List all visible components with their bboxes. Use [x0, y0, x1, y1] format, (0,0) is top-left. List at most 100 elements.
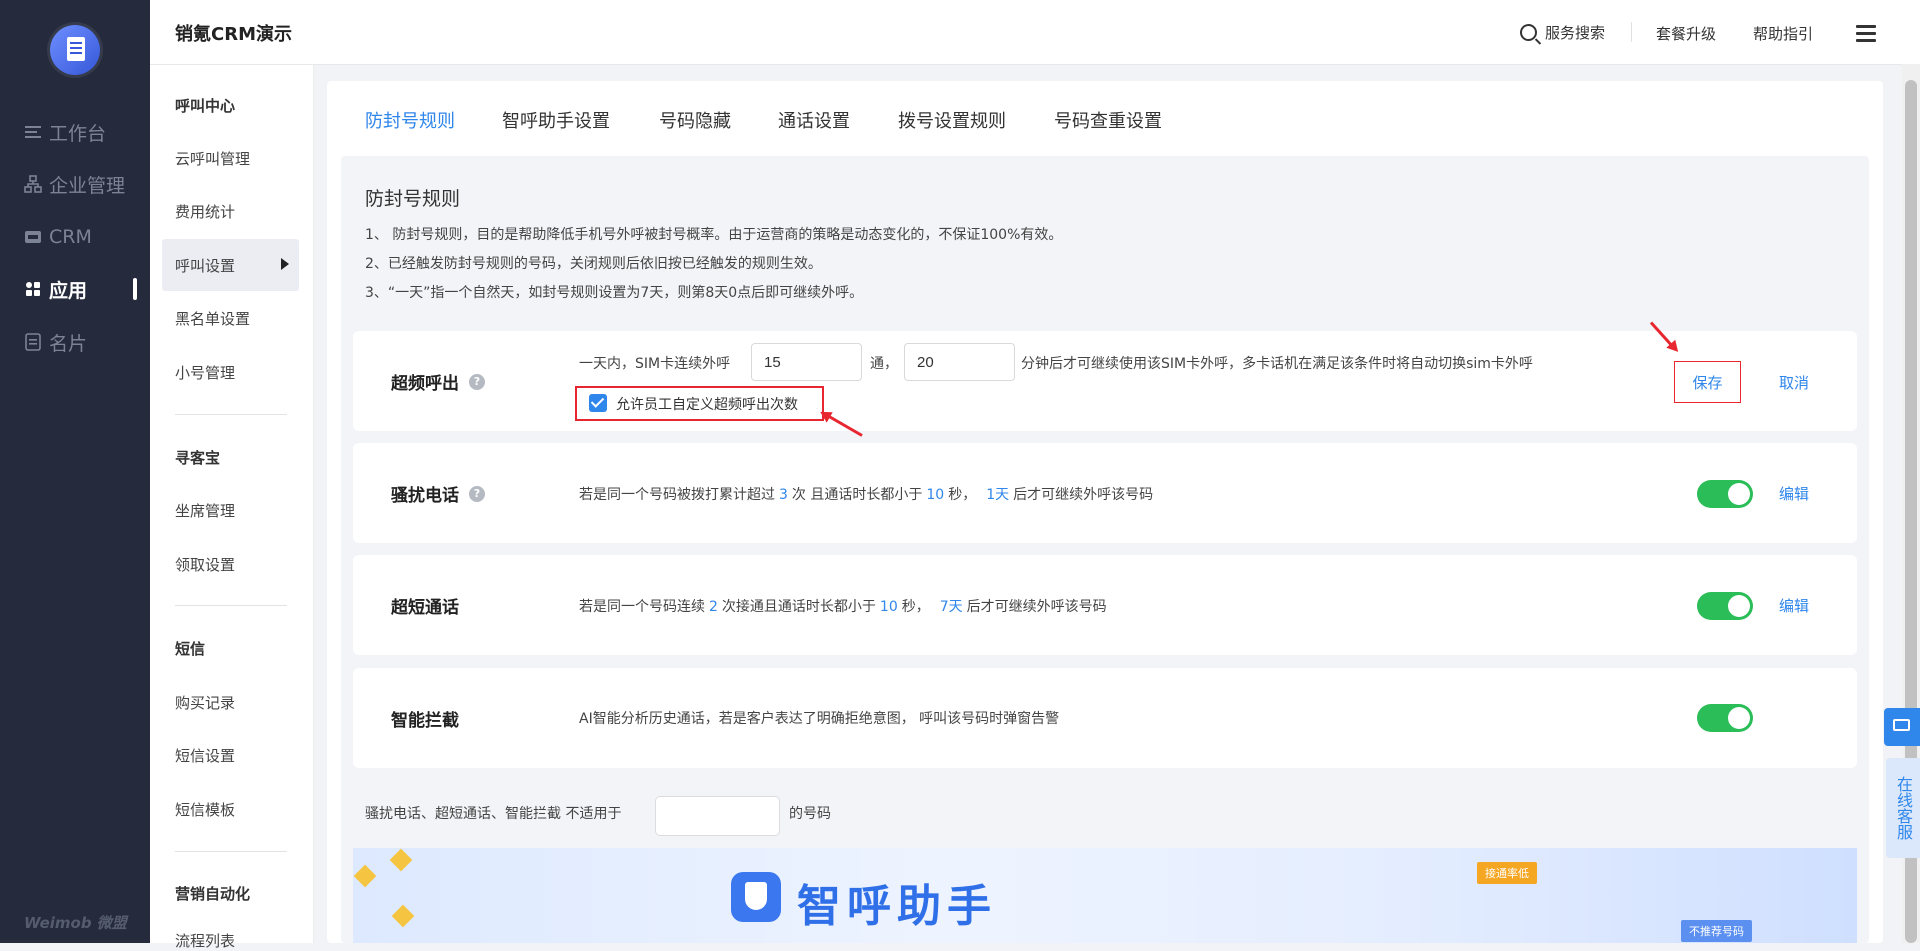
tab-duplicate-check[interactable]: 号码查重设置 [1054, 107, 1162, 133]
header-divider [1631, 22, 1632, 42]
tab-smart-call-assistant[interactable]: 智呼助手设置 [502, 107, 610, 133]
nav-item-apps[interactable]: 应用 [24, 274, 87, 304]
intercept-card: 智能拦截 AI智能分析历史通话，若是客户表达了明确拒绝意图， 呼叫该号码时弹窗告… [353, 668, 1857, 768]
nav-item-namecard[interactable]: 名片 [24, 327, 87, 357]
subnav-item-claim-settings[interactable]: 领取设置 [175, 554, 235, 575]
short-call-toggle[interactable] [1697, 592, 1753, 620]
subnav-group-title: 短信 [175, 640, 206, 658]
subnav-item-seat-mgmt[interactable]: 坐席管理 [175, 500, 235, 521]
list-icon [24, 123, 42, 141]
rule-text: 2、已经触发防封号规则的号码，关闭规则后依旧按已经触发的规则生效。 [365, 256, 822, 272]
nav-item-label: 企业管理 [49, 174, 126, 197]
harass-days-value[interactable]: 1天 [986, 487, 1009, 503]
org-icon [24, 175, 42, 193]
decor-cube-icon [389, 848, 413, 872]
subnav-group-title: 呼叫中心 [175, 97, 236, 115]
subnav-item-call-settings[interactable]: 呼叫设置 [175, 255, 235, 276]
caret-right-icon [281, 258, 289, 270]
decor-cube-icon [391, 904, 415, 928]
call-count-input[interactable] [751, 343, 862, 381]
subnav-divider [175, 851, 287, 852]
rules-area: 防封号规则 1、 防封号规则，目的是帮助降低手机号外呼被封号概率。由于运营商的策… [341, 156, 1869, 943]
smart-assistant-banner[interactable]: 智呼助手 接通率低 不推荐号码 [353, 848, 1857, 943]
crm-icon [24, 228, 42, 246]
tab-number-hiding[interactable]: 号码隐藏 [659, 107, 731, 133]
harass-card: 骚扰电话 ? 若是同一个号码被拨打累计超过 3 次 且通话时长都小于 10 秒， 1天 后才… [353, 443, 1857, 543]
custom-overcall-checkbox[interactable] [589, 394, 607, 412]
menu-icon[interactable] [1856, 25, 1876, 43]
intercept-toggle[interactable] [1697, 704, 1753, 732]
exclude-number-input[interactable] [655, 796, 780, 836]
nav-item-label: CRM [49, 226, 92, 248]
short-call-card: 超短通话 若是同一个号码连续 2 次接通且通话时长都小于 10 秒， 7天 后才可继续外呼该… [353, 555, 1857, 655]
card-title-label: 超短通话 [391, 598, 459, 618]
card-title-label: 智能拦截 [391, 711, 459, 731]
upgrade-link[interactable]: 套餐升级 [1656, 23, 1716, 44]
harass-seconds-value[interactable]: 10 [926, 487, 944, 503]
harass-desc: 若是同一个号码被拨打累计超过 3 次 且通话时长都小于 10 秒， 1天 后才可继续外呼该号… [579, 487, 1154, 503]
nav-item-crm[interactable]: CRM [24, 222, 92, 252]
cancel-button[interactable]: 取消 [1779, 372, 1809, 393]
overcall-suffix: 分钟后才可继续使用该SIM卡外呼，多卡话机在满足该条件时将自动切换sim卡外呼 [1021, 356, 1533, 372]
intercept-title: 智能拦截 [391, 706, 459, 731]
rule-text: 3、“一天”指一个自然天，如封号规则设置为7天，则第8天0点后即可继续外呼。 [365, 285, 864, 301]
search-icon [1520, 24, 1537, 41]
card-icon [24, 333, 42, 351]
online-service-button[interactable]: 在线客服 [1886, 758, 1920, 858]
shield-phone-icon [731, 872, 781, 922]
nav-item-label: 名片 [49, 332, 88, 355]
banner-title: 智呼助手 [797, 881, 997, 932]
checkbox-label: 允许员工自定义超频呼出次数 [616, 397, 798, 413]
card-title-label: 骚扰电话 [391, 486, 459, 506]
banner-tag: 不推荐号码 [1681, 920, 1752, 942]
help-icon[interactable]: ? [469, 485, 485, 502]
harass-title: 骚扰电话 ? [391, 481, 485, 506]
nav-item-enterprise[interactable]: 企业管理 [24, 169, 125, 199]
harass-toggle[interactable] [1697, 480, 1753, 508]
subnav-item-small-number[interactable]: 小号管理 [175, 362, 235, 383]
subnav-group-title: 营销自动化 [175, 885, 251, 903]
sub-sidebar: 呼叫中心 云呼叫管理 费用统计 呼叫设置 黑名单设置 小号管理 寻客宝 坐席管理… [150, 65, 314, 950]
minutes-input[interactable] [904, 343, 1015, 381]
section-title: 防封号规则 [365, 188, 461, 210]
short-call-desc: 若是同一个号码连续 2 次接通且通话时长都小于 10 秒， 7天 后才可继续外呼该号码 [579, 599, 1107, 615]
decor-cube-icon [353, 864, 377, 888]
short-days-value[interactable]: 7天 [940, 599, 963, 615]
harass-edit-button[interactable]: 编辑 [1779, 483, 1809, 504]
short-count-value[interactable]: 2 [709, 599, 718, 615]
help-icon[interactable]: ? [469, 373, 485, 390]
subnav-item-blacklist[interactable]: 黑名单设置 [175, 308, 250, 329]
subnav-divider [175, 605, 287, 606]
short-call-edit-button[interactable]: 编辑 [1779, 595, 1809, 616]
short-call-title: 超短通话 [391, 593, 459, 618]
subnav-item-sms-settings[interactable]: 短信设置 [175, 745, 235, 766]
exclude-label: 骚扰电话、超短通话、智能拦截 不适用于 [365, 806, 622, 822]
tab-anti-ban-rules[interactable]: 防封号规则 [365, 107, 455, 133]
app-logo-icon[interactable] [50, 25, 100, 75]
card-title-label: 超频呼出 [391, 374, 459, 394]
overcall-title: 超频呼出 ? [391, 369, 485, 394]
short-seconds-value[interactable]: 10 [880, 599, 898, 615]
banner-tag: 接通率低 [1477, 862, 1537, 884]
exclude-suffix: 的号码 [789, 806, 831, 822]
tab-call-settings[interactable]: 通话设置 [778, 107, 850, 133]
apps-icon [24, 280, 42, 298]
subnav-item-cost-stats[interactable]: 费用统计 [175, 201, 235, 222]
nav-item-workbench[interactable]: 工作台 [24, 117, 106, 147]
subnav-item-cloud-call[interactable]: 云呼叫管理 [175, 148, 250, 169]
subnav-group-title: 寻客宝 [175, 449, 221, 467]
subnav-item-purchase-records[interactable]: 购买记录 [175, 692, 235, 713]
service-search-button[interactable]: 服务搜索 [1520, 22, 1605, 43]
save-button[interactable]: 保存 [1674, 361, 1741, 403]
weimob-logo: Weimob 微盟 [24, 914, 127, 932]
tab-dial-rules[interactable]: 拨号设置规则 [898, 107, 1006, 133]
subnav-divider [175, 414, 287, 415]
harass-count-value[interactable]: 3 [779, 487, 788, 503]
subnav-item-sms-templates[interactable]: 短信模板 [175, 799, 235, 820]
intercept-desc: AI智能分析历史通话，若是客户表达了明确拒绝意图， 呼叫该号码时弹窗告警 [579, 711, 1060, 727]
service-search-label: 服务搜索 [1545, 24, 1606, 42]
subnav-item-flow-list[interactable]: 流程列表 [175, 930, 235, 951]
help-link[interactable]: 帮助指引 [1753, 23, 1813, 44]
chat-icon[interactable] [1884, 708, 1920, 746]
nav-item-label: 工作台 [49, 122, 107, 145]
